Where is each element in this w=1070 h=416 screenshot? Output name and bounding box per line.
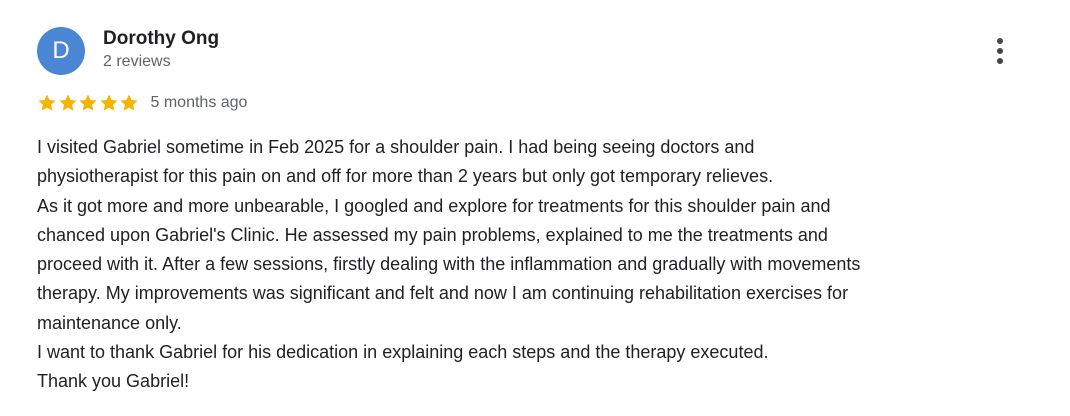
avatar-initial: D	[52, 37, 70, 64]
review-line: I want to thank Gabriel for his dedicati…	[37, 342, 769, 363]
star-icon	[38, 94, 56, 111]
review-line: chanced upon Gabriel's Clinic. He assess…	[37, 224, 828, 245]
reviewer-review-count[interactable]: 2 reviews	[103, 53, 171, 71]
review-line: therapy. My improvements was significant…	[37, 283, 849, 304]
review-line: As it got more and more unbearable, I go…	[37, 195, 831, 216]
review-line: maintenance only.	[37, 312, 182, 333]
review-card: D Dorothy Ong 2 reviews 5 months ago I v…	[0, 0, 1070, 416]
star-icon	[58, 94, 77, 111]
review-text: I visited Gabriel sometime in Feb 2025 f…	[37, 133, 1047, 397]
review-line: Thank you Gabriel!	[37, 371, 190, 392]
star-icon	[120, 94, 138, 111]
reviewer-name[interactable]: Dorothy Ong	[103, 28, 219, 50]
star-rating	[37, 93, 140, 113]
review-timestamp: 5 months ago	[150, 94, 248, 111]
review-line: proceed with it. After a few sessions, f…	[37, 254, 861, 275]
review-line: physiotherapist for this pain on and off…	[37, 166, 774, 187]
star-icon	[79, 94, 97, 111]
rating-row: 5 months ago	[37, 92, 247, 114]
star-icon	[99, 94, 118, 111]
avatar[interactable]: D	[37, 27, 85, 75]
more-options-button[interactable]	[985, 34, 1015, 68]
review-line: I visited Gabriel sometime in Feb 2025 f…	[37, 137, 755, 157]
